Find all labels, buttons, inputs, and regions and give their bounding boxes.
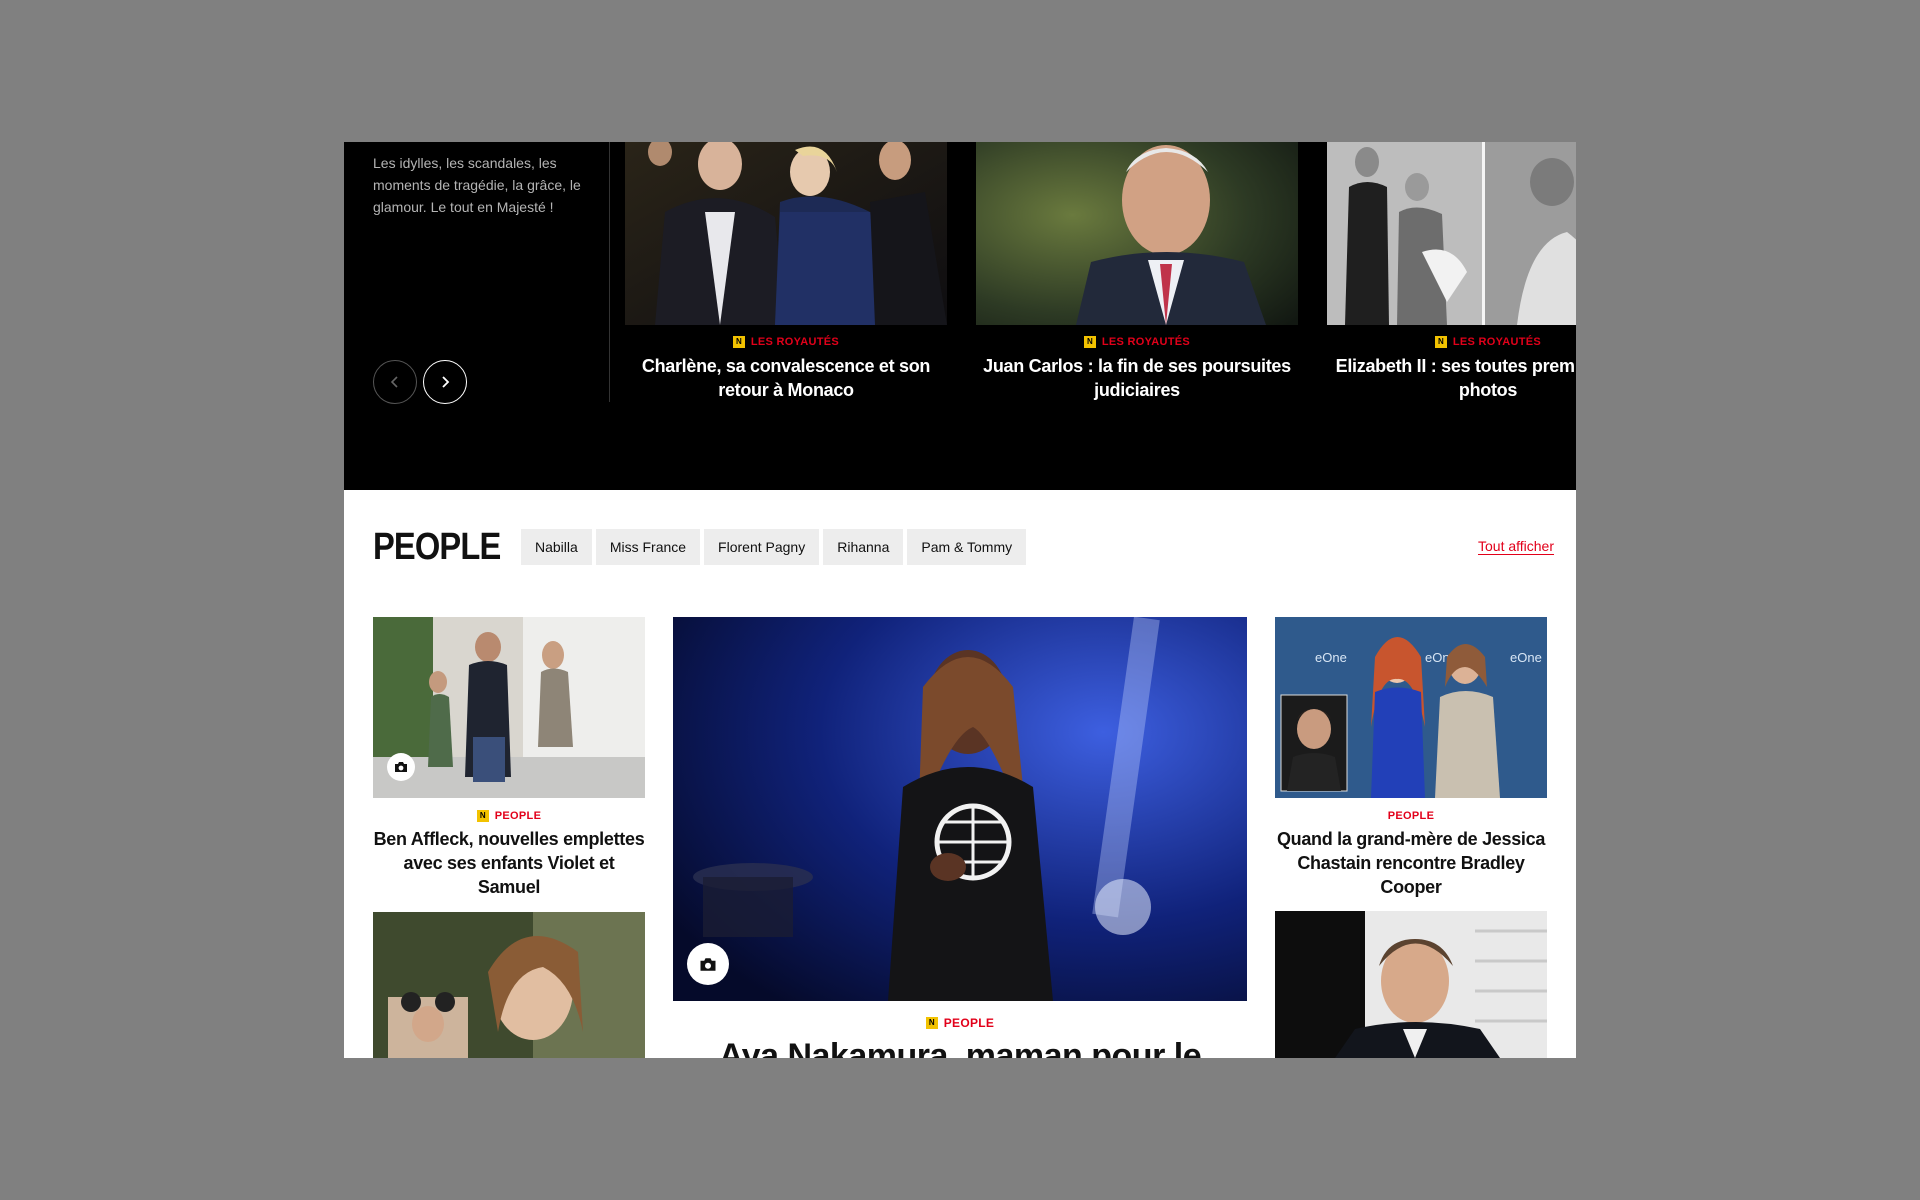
people-card-left-bottom[interactable] [373,912,645,1058]
royal-divider [609,142,610,402]
people-card-title[interactable]: Ben Affleck, nouvelles emplettes avec se… [373,827,645,899]
royal-card-title[interactable]: Charlène, sa convalescence et son retour… [625,354,947,402]
people-card-image[interactable] [373,617,645,798]
chevron-right-icon [442,376,450,388]
badge-n-icon: N [1434,336,1447,348]
category-label[interactable]: PEOPLE [944,1016,994,1030]
royal-card-image[interactable] [625,142,947,325]
badge-n-icon: N [925,1017,938,1029]
people-card-meta: N PEOPLE [673,1016,1247,1030]
tag-florent-pagny[interactable]: Florent Pagny [704,529,820,565]
royal-section: Les idylles, les scandales, les moments … [344,142,1576,490]
royal-card-title[interactable]: Elizabeth II : ses toutes premières en p… [1327,354,1576,402]
royal-card-meta: N LES ROYAUTÉS [625,336,947,348]
page-frame: Les idylles, les scandales, les moments … [344,142,1576,1058]
people-card-right-bottom[interactable] [1275,911,1547,1058]
royal-card-title[interactable]: Juan Carlos : la fin de ses poursuites j… [976,354,1298,402]
section-title[interactable]: PEOPLE [373,526,501,569]
carousel-next-button[interactable] [423,360,467,404]
people-card-featured[interactable]: N PEOPLE Aya Nakamura, maman pour le [673,617,1247,1058]
chevron-left-icon [390,376,398,388]
carousel-prev-button[interactable] [373,360,417,404]
people-card-image[interactable] [1275,911,1547,1058]
category-label[interactable]: PEOPLE [1388,810,1434,822]
camera-icon [387,753,415,781]
people-card-title[interactable]: Quand la grand-mère de Jessica Chastain … [1275,827,1547,899]
category-label[interactable]: LES ROYAUTÉS [1453,336,1541,348]
people-card-meta: N PEOPLE [373,810,645,822]
camera-icon [687,943,729,985]
svg-text:eOne: eOne [1510,650,1542,665]
royal-card-meta: N LES ROYAUTÉS [976,336,1298,348]
badge-n-icon: N [732,336,745,348]
people-card-image[interactable] [673,617,1247,1001]
people-card-meta: PEOPLE [1275,810,1547,822]
tag-miss-france[interactable]: Miss France [595,529,701,565]
royal-card-image[interactable] [1327,142,1576,325]
people-card-image[interactable] [373,912,645,1058]
category-label[interactable]: LES ROYAUTÉS [751,336,839,348]
tag-nabilla[interactable]: Nabilla [521,529,592,565]
see-all-link[interactable]: Tout afficher [1478,538,1554,554]
tag-pam-tommy[interactable]: Pam & Tommy [907,529,1027,565]
royal-intro-text: Les idylles, les scandales, les moments … [373,155,581,215]
tag-rihanna[interactable]: Rihanna [823,529,904,565]
badge-n-icon: N [1083,336,1096,348]
royal-card-image[interactable] [976,142,1298,325]
royal-card-meta: N LES ROYAUTÉS [1327,336,1576,348]
category-label[interactable]: LES ROYAUTÉS [1102,336,1190,348]
category-label[interactable]: PEOPLE [495,810,541,822]
badge-n-icon: N [476,810,489,822]
people-card-jessica-chastain[interactable]: eOne eOne eOne PEOPLE Quand la grand-mèr… [1275,617,1547,897]
people-card-image[interactable]: eOne eOne eOne [1275,617,1547,798]
people-card-ben-affleck[interactable]: N PEOPLE Ben Affleck, nouvelles emplette… [373,617,645,897]
svg-text:eOne: eOne [1315,650,1347,665]
featured-card-title[interactable]: Aya Nakamura, maman pour le [673,1037,1247,1058]
people-header: PEOPLE Nabilla Miss France Florent Pagny… [373,524,1030,570]
